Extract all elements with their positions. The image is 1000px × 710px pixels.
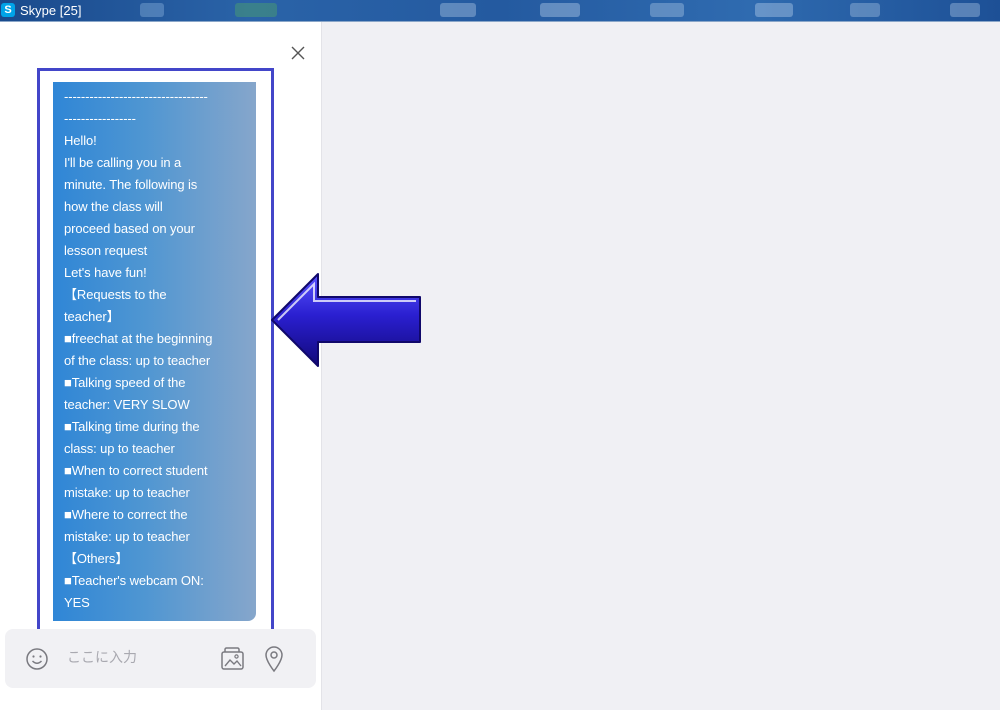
message-line: ■Where to correct the [64, 507, 188, 522]
close-icon[interactable] [289, 44, 307, 62]
message-line: ■Teacher's webcam ON: [64, 573, 204, 588]
message-line: ----------------- [64, 111, 136, 126]
message-line: lesson request [64, 243, 148, 258]
message-line: Let's have fun! [64, 265, 147, 280]
chat-message-bubble[interactable]: ---------------------------------- ------… [53, 82, 256, 621]
skype-logo-icon: S [1, 3, 15, 17]
window-title: Skype [25] [20, 3, 82, 18]
gallery-icon[interactable] [219, 646, 247, 672]
taskbar-thumbnail [650, 3, 684, 17]
taskbar-thumbnail [235, 3, 277, 17]
message-line: 【Others】 [64, 551, 129, 566]
empty-content-area [322, 22, 1000, 710]
taskbar-thumbnail [755, 3, 793, 17]
message-line: class: up to teacher [64, 441, 175, 456]
left-arrow-annotation [271, 273, 421, 367]
message-line: ■freechat at the beginning [64, 331, 213, 346]
taskbar-thumbnail [440, 3, 476, 17]
message-line: I'll be calling you in a [64, 155, 182, 170]
taskbar-thumbnail [540, 3, 580, 17]
smiley-icon[interactable] [25, 647, 49, 671]
location-pin-icon[interactable] [263, 645, 285, 673]
taskbar-thumbnail [850, 3, 880, 17]
message-line: ■Talking speed of the [64, 375, 186, 390]
message-line: of the class: up to teacher [64, 353, 211, 368]
title-bar: S Skype [25] [0, 0, 1000, 22]
message-line: teacher】 [64, 309, 120, 324]
message-line: proceed based on your [64, 221, 195, 236]
taskbar-thumbnail [140, 3, 164, 17]
message-line: mistake: up to teacher [64, 529, 190, 544]
message-line: mistake: up to teacher [64, 485, 190, 500]
message-line: minute. The following is [64, 177, 198, 192]
message-line: teacher: VERY SLOW [64, 397, 190, 412]
message-input[interactable] [67, 647, 207, 669]
message-line: 【Requests to the [64, 287, 167, 302]
message-line: Hello! [64, 133, 97, 148]
message-composer [5, 629, 316, 688]
message-line: ■When to correct student [64, 463, 208, 478]
message-line: ■Talking time during the [64, 419, 200, 434]
message-line: ---------------------------------- [64, 89, 208, 104]
taskbar-thumbnail [950, 3, 980, 17]
message-line: how the class will [64, 199, 163, 214]
message-line: YES [64, 595, 90, 610]
